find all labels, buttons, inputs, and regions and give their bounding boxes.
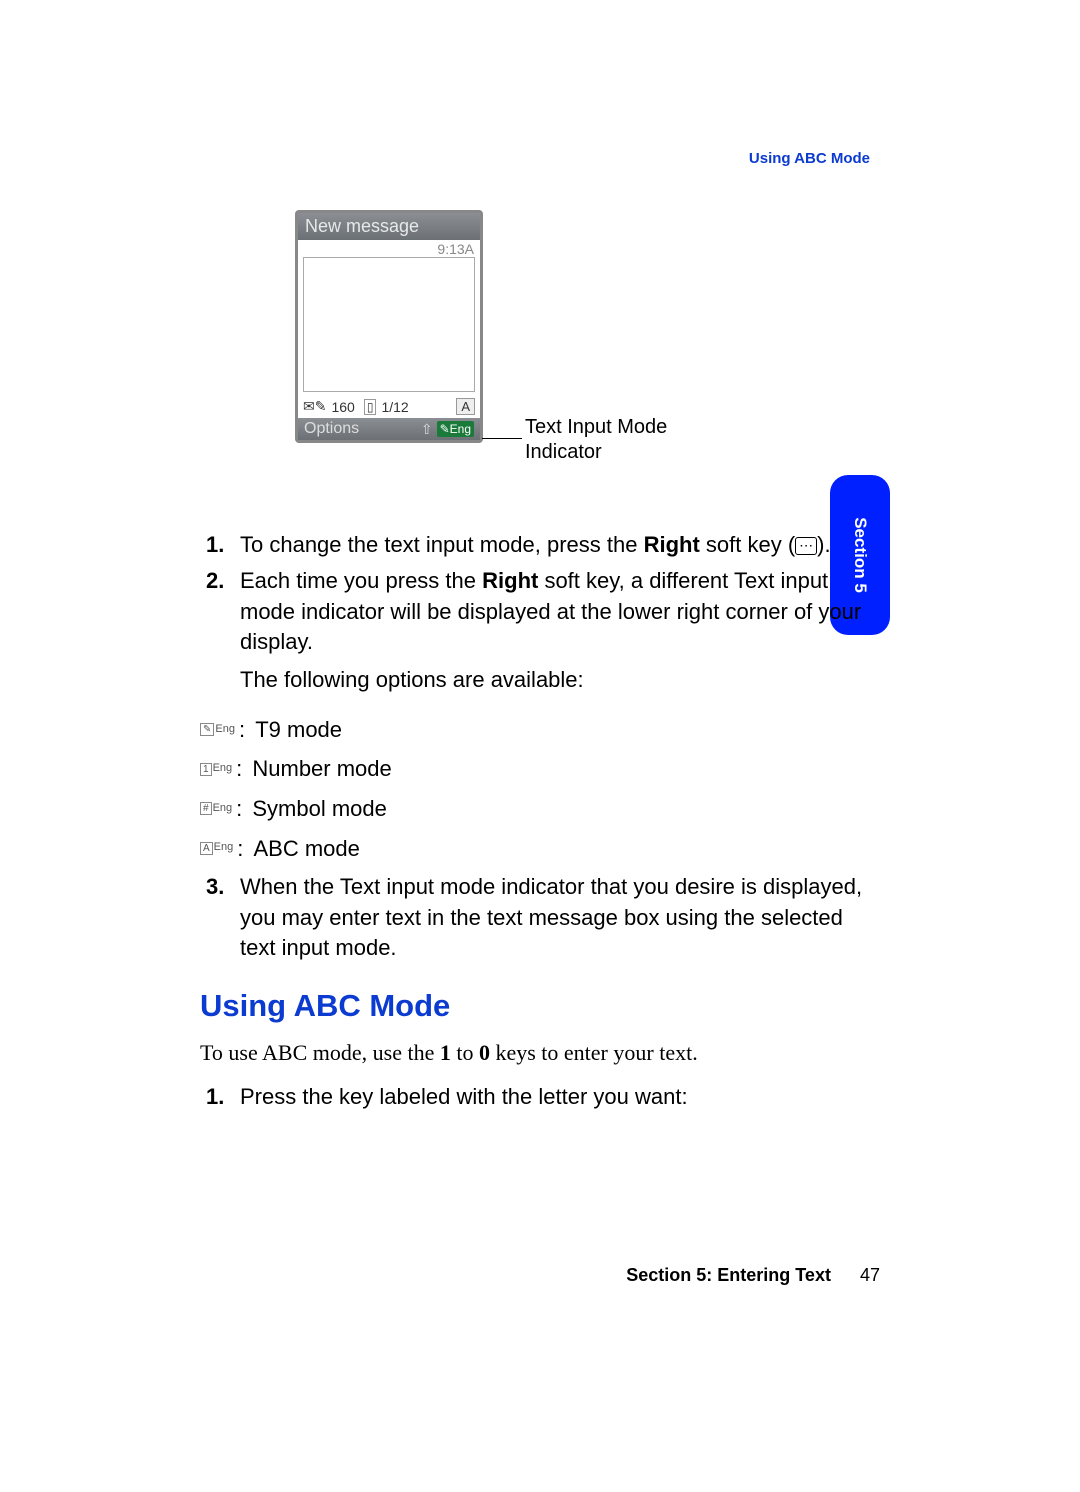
step-3: 3. When the Text input mode indicator th…: [240, 872, 880, 963]
callout-line: [482, 438, 522, 439]
shift-icon: ⇧: [421, 421, 433, 438]
mode-abc: AEng : ABC mode: [200, 829, 880, 869]
phone-text-area: [303, 257, 475, 392]
phone-time: 9:13A: [298, 240, 480, 257]
mode-symbol: #Eng : Symbol mode: [200, 789, 880, 829]
phone-softkey-bar: Options ⇧ ✎Eng: [298, 418, 480, 440]
step-1: 1. To change the text input mode, press …: [240, 530, 880, 560]
following-text: The following options are available:: [240, 665, 880, 695]
char-count: 160: [331, 399, 354, 415]
symbol-icon: #Eng: [200, 799, 232, 819]
mode-number: 1Eng : Number mode: [200, 749, 880, 789]
instruction-block: 1. To change the text input mode, press …: [200, 530, 880, 1113]
page-content: Using ABC Mode New message 9:13A ✉✎ 160 …: [200, 150, 880, 1119]
page-indicator: 1/12: [381, 399, 408, 415]
section-heading: Using ABC Mode: [200, 985, 880, 1028]
callout-label: Text Input Mode Indicator: [525, 415, 667, 465]
phone-screenshot: New message 9:13A ✉✎ 160 ▯ 1/12 A Option…: [295, 210, 483, 443]
phone-title: New message: [298, 213, 480, 240]
number-icon: 1Eng: [200, 759, 232, 779]
footer-section: Section 5: Entering Text: [626, 1265, 831, 1285]
envelope-icon: ✉✎: [303, 398, 326, 415]
mode-t9: ✎Eng : T9 mode: [200, 710, 880, 750]
section-intro: To use ABC mode, use the 1 to 0 keys to …: [200, 1038, 880, 1068]
abc-step-1: 1. Press the key labeled with the letter…: [240, 1082, 880, 1112]
footer-page-number: 47: [860, 1265, 880, 1285]
phone-status-bar: ✉✎ 160 ▯ 1/12 A: [298, 395, 480, 418]
t9-icon: ✎Eng: [200, 720, 235, 740]
running-header: Using ABC Mode: [749, 150, 870, 167]
mode-list: ✎Eng : T9 mode 1Eng : Number mode #Eng :…: [200, 710, 880, 868]
left-softkey: Options: [304, 420, 421, 438]
eng-badge: ✎Eng: [437, 421, 474, 437]
abc-icon: AEng: [200, 838, 233, 858]
page-footer: Section 5: Entering Text 47: [200, 1265, 880, 1286]
page-icon: ▯: [364, 399, 377, 415]
figure-area: New message 9:13A ✉✎ 160 ▯ 1/12 A Option…: [200, 210, 880, 530]
right-softkey-icon: ⋯: [795, 537, 817, 554]
mode-letter-box: A: [456, 398, 475, 415]
step-2: 2. Each time you press the Right soft ke…: [240, 566, 880, 657]
